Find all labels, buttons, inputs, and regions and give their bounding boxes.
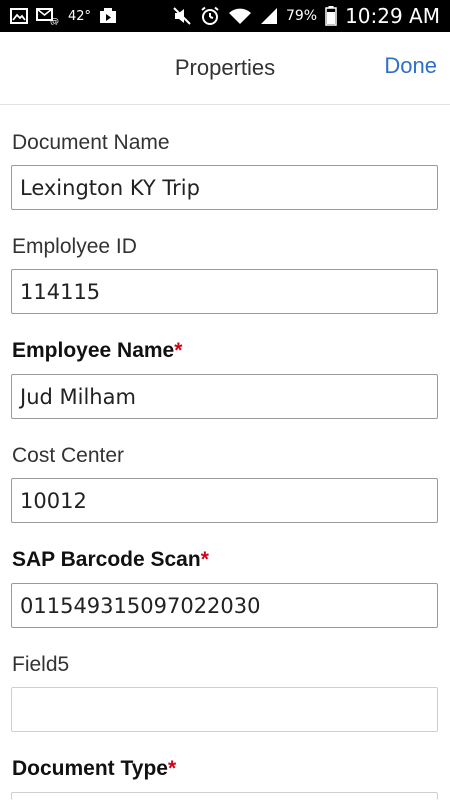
input-value: 114115 bbox=[20, 279, 101, 304]
page-title: Properties bbox=[174, 55, 276, 80]
field-label-text: SAP Barcode Scan bbox=[12, 548, 201, 571]
field-label-document-type: Document Type* bbox=[12, 757, 176, 781]
battery-icon bbox=[325, 6, 337, 26]
input-value: Jud Milham bbox=[20, 384, 136, 409]
field-label-sap-barcode-scan: SAP Barcode Scan* bbox=[12, 548, 209, 572]
employee-name-input[interactable]: Jud Milham bbox=[11, 374, 438, 419]
field-label-text: Emplolyee ID bbox=[12, 235, 137, 258]
field-label-document-name: Document Name bbox=[12, 131, 170, 155]
svg-text:@: @ bbox=[50, 17, 59, 25]
document-type-input[interactable] bbox=[11, 792, 438, 800]
header-bar: Properties Done bbox=[0, 32, 450, 105]
field-label-field5: Field5 bbox=[12, 653, 69, 677]
mute-icon bbox=[172, 6, 192, 26]
cost-center-input[interactable]: 10012 bbox=[11, 478, 438, 523]
image-icon bbox=[10, 8, 28, 24]
input-value: 10012 bbox=[20, 488, 87, 513]
field-label-text: Field5 bbox=[12, 653, 70, 676]
alarm-icon bbox=[200, 6, 220, 26]
required-marker: * bbox=[200, 548, 209, 571]
battery-percent: 79% bbox=[285, 8, 318, 24]
field-label-employee-id: Emplolyee ID bbox=[12, 235, 137, 259]
signal-icon bbox=[260, 7, 278, 25]
wifi-icon bbox=[228, 7, 252, 25]
employee-id-input[interactable]: 114115 bbox=[11, 269, 438, 314]
sap-barcode-scan-input[interactable]: 011549315097022030 bbox=[11, 583, 438, 628]
field-label-employee-name: Employee Name* bbox=[12, 339, 182, 363]
field5-input[interactable] bbox=[11, 687, 438, 732]
input-value: 011549315097022030 bbox=[20, 593, 261, 618]
field-label-cost-center: Cost Center bbox=[12, 444, 124, 468]
required-marker: * bbox=[167, 757, 177, 780]
mail-at-icon: @ bbox=[36, 7, 60, 25]
input-value: Lexington KY Trip bbox=[20, 175, 200, 200]
document-name-input[interactable]: Lexington KY Trip bbox=[11, 165, 438, 210]
done-button[interactable]: Done bbox=[384, 32, 437, 104]
field-label-text: Document Type bbox=[12, 757, 168, 780]
clock-time: 10:29 AM bbox=[345, 4, 440, 28]
temperature-text: 42° bbox=[68, 8, 92, 24]
play-icon bbox=[99, 8, 117, 24]
required-marker: * bbox=[174, 339, 183, 362]
field-label-text: Document Name bbox=[12, 131, 170, 154]
field-label-text: Employee Name bbox=[12, 339, 175, 362]
field-label-text: Cost Center bbox=[12, 444, 125, 467]
status-bar: @ 42° 79% 10:29 AM bbox=[0, 0, 450, 32]
